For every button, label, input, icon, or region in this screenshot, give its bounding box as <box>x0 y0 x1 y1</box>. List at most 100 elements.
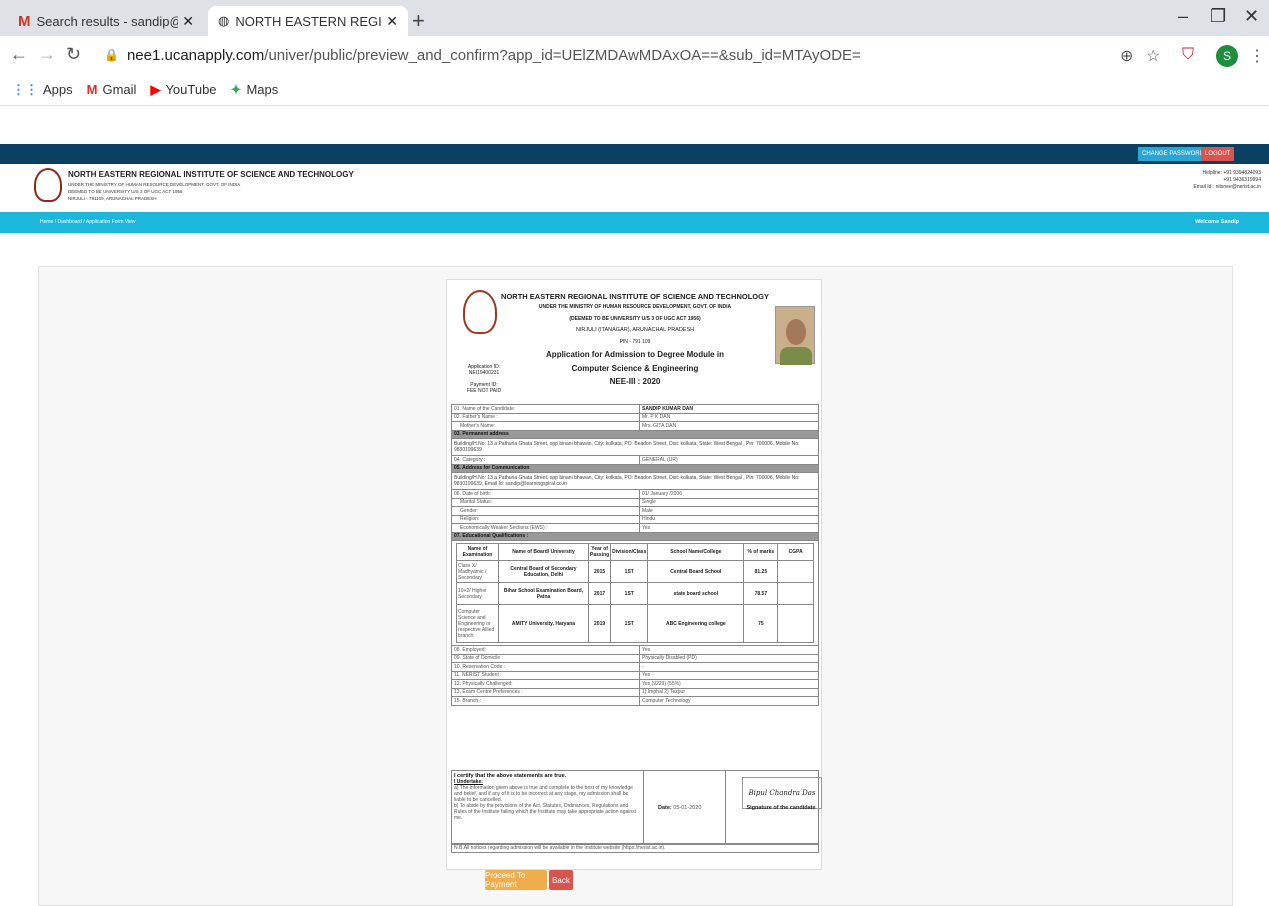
bookmark-label: YouTube <box>165 82 217 97</box>
application-id: NEI19400231 <box>468 370 500 376</box>
field-value: Mrs. GITA DAN <box>639 421 819 431</box>
table-cell: Computer Science and Engineering or resp… <box>456 604 499 643</box>
column-header: Division/Class <box>610 543 649 561</box>
site-top-bar <box>0 144 1269 164</box>
reload-icon[interactable]: ↻ <box>66 44 81 65</box>
field-value: Yes <box>639 523 819 533</box>
field-label: 12. Physically Challenged: <box>451 679 640 689</box>
tab-title: NORTH EASTERN REGIONAL INS <box>235 13 382 29</box>
new-tab-button[interactable]: + <box>412 8 425 34</box>
date-value: 05-01-2020 <box>673 805 702 811</box>
address-bar[interactable]: 🔒 nee1.ucanapply.com/univer/public/previ… <box>94 40 1154 70</box>
field-label: 02. Father's Name : <box>451 412 640 422</box>
url-host: nee1.ucanapply.com <box>126 46 265 64</box>
bookmark-maps[interactable]: ✦ Maps <box>231 82 279 98</box>
bookmark-star-icon[interactable]: ☆ <box>1146 46 1160 66</box>
gmail-icon: M <box>86 82 98 97</box>
breadcrumb[interactable]: Home / Dashboard / Application Form View <box>40 219 136 225</box>
zoom-icon[interactable]: ⊕ <box>1120 46 1133 66</box>
tab-application[interactable]: ◍ NORTH EASTERN REGIONAL INS ✕ <box>208 6 408 36</box>
back-button[interactable]: Back <box>549 870 573 890</box>
browser-toolbar: ← → ↻ 🔒 nee1.ucanapply.com/univer/public… <box>0 36 1269 74</box>
profile-avatar[interactable]: S <box>1216 45 1238 67</box>
field-value: Computer Technology <box>639 696 819 706</box>
table-row: 09. State of Domicile : Physically Disabl… <box>451 653 819 663</box>
field-label: 04. Category : <box>451 455 640 465</box>
table-row: 02. Father's Name : Mr. P K DAN <box>451 412 819 422</box>
communication-address: Building/H.No: 13 a Pathuria Ghata Stree… <box>451 472 819 490</box>
proceed-to-payment-button[interactable]: Proceed To Payment <box>485 870 547 890</box>
close-tab-icon[interactable]: ✕ <box>182 13 194 30</box>
field-label: 09. State of Domicile : <box>451 653 640 663</box>
menu-icon[interactable]: ⋮ <box>1249 46 1265 66</box>
email: Email Id : nitsnee@nerist.ac.in <box>1193 184 1261 190</box>
bookmark-label: Apps <box>43 82 73 97</box>
application-form: NORTH EASTERN REGIONAL INSTITUTE OF SCIE… <box>446 279 822 870</box>
table-cell: 78.57 <box>743 582 779 605</box>
back-icon[interactable]: ← <box>10 44 28 65</box>
close-tab-icon[interactable]: ✕ <box>386 13 398 30</box>
bookmark-gmail[interactable]: M Gmail <box>87 82 137 97</box>
field-label: 08. Employed: <box>451 645 640 655</box>
site-subline: UNDER THE MINISTRY OF HUMAN RESOURCE DEV… <box>68 182 241 187</box>
table-cell: 2015 <box>587 560 612 583</box>
extension-icon[interactable]: ⛉ <box>1182 46 1194 64</box>
forward-icon[interactable]: → <box>38 44 56 65</box>
table-cell <box>777 582 814 605</box>
table-cell <box>777 560 814 583</box>
table-cell: 2017 <box>587 582 612 605</box>
table-row: 13. Exam Centre Preferences :1) Imphal 2… <box>451 687 819 697</box>
institute-name: NORTH EASTERN REGIONAL INSTITUTE OF SCIE… <box>501 292 769 301</box>
table-row: 12. Physically Challenged: Yes (9229) (55… <box>451 679 819 689</box>
section-title: 07. Educational Qualifications : <box>451 531 819 541</box>
field-value: Yes <box>639 670 819 680</box>
field-value: Mr. P K DAN <box>639 412 819 422</box>
column-header: CGPA <box>777 543 814 561</box>
bookmark-youtube[interactable]: ▶ YouTube <box>150 82 216 98</box>
table-row: Economically Weaker Sections (EWS) : Yes <box>451 523 819 533</box>
table-cell: state board school <box>647 582 745 605</box>
section-header: 05. Address for Communication <box>451 463 819 473</box>
maps-icon: ✦ <box>230 81 242 97</box>
institute-line: NIRJULI (ITANAGAR), ARUNACHAL PRADESH <box>575 327 695 333</box>
undertake-a: a) The information given above is true a… <box>454 785 633 803</box>
table-cell: Central Board of Secondary Education, De… <box>498 560 589 583</box>
field-value: Male <box>639 506 819 516</box>
table-cell: Central Board School <box>647 560 745 583</box>
table-cell: 1ST <box>610 582 649 605</box>
tab-gmail[interactable]: M Search results - sandip@learning ✕ <box>8 6 204 36</box>
tab-bar: M Search results - sandip@learning ✕ ◍ N… <box>0 0 1269 36</box>
candidate-photo <box>775 306 815 365</box>
section-title: 05. Address for Communication <box>451 463 819 473</box>
bookmark-label: Maps <box>246 82 279 97</box>
table-row: Religion: Hindu <box>451 514 819 524</box>
institute-line: (DEEMED TO BE UNIVERSITY U/S 3 OF UGC AC… <box>569 316 701 322</box>
education-row: Name of Examination Name of Board/ Unive… <box>451 540 819 646</box>
field-label: 11. NERIST Student : <box>451 670 640 680</box>
close-window-icon[interactable]: ✕ <box>1244 6 1259 27</box>
field-label: 01. Name of the Candidate: <box>451 404 640 414</box>
table-row: Marital Status: Single <box>451 497 819 507</box>
globe-icon: ◍ <box>218 13 230 28</box>
table-row: 15. Branch : Computer Technology <box>451 696 819 706</box>
welcome-text: Welcome Sandip <box>1195 219 1239 225</box>
table-cell: 75 <box>743 604 779 643</box>
restore-icon[interactable]: ❐ <box>1210 6 1226 27</box>
youtube-icon: ▶ <box>150 81 161 97</box>
field-label: Marital Status: <box>451 497 640 507</box>
site-title: NORTH EASTERN REGIONAL INSTITUTE OF SCIE… <box>68 170 354 179</box>
field-value: Single <box>639 497 819 507</box>
table-row: Mother's Name: Mrs. GITA DAN <box>451 421 819 431</box>
minimize-icon[interactable]: – <box>1178 6 1188 27</box>
change-password-button[interactable]: CHANGE PASSWORD <box>1138 147 1208 161</box>
logout-button[interactable]: LOGOUT <box>1201 147 1235 161</box>
field-value: 01/ January /2006 <box>639 489 819 499</box>
bookmark-label: Gmail <box>102 82 137 97</box>
bookmark-apps[interactable]: ⋮⋮ Apps <box>12 82 73 98</box>
table-row: Building/H.No: 13 a Pathuria Ghata Stree… <box>451 438 819 456</box>
field-value: Yes (9229) (55%) <box>639 679 819 689</box>
helpline: +91 9436319994 <box>1223 177 1261 183</box>
table-row: 10+2/ Higher Secondary Bihar School Exam… <box>456 582 814 605</box>
field-label: Economically Weaker Sections (EWS) : <box>451 523 640 533</box>
field-label: Gender: <box>451 506 640 516</box>
